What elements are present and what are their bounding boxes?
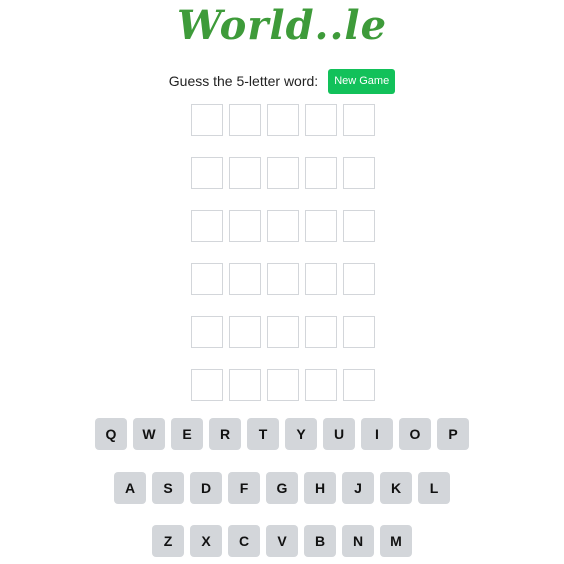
key-n[interactable]: N [342, 525, 374, 557]
letter-tile [191, 369, 223, 401]
board-row [191, 316, 375, 348]
letter-tile [305, 104, 337, 136]
key-d[interactable]: D [190, 472, 222, 504]
letter-tile [229, 263, 261, 295]
letter-tile [191, 210, 223, 242]
letter-tile [305, 263, 337, 295]
key-s[interactable]: S [152, 472, 184, 504]
key-a[interactable]: A [114, 472, 146, 504]
board-row [191, 104, 375, 136]
letter-tile [305, 210, 337, 242]
letter-tile [343, 369, 375, 401]
key-l[interactable]: L [418, 472, 450, 504]
board-row [191, 263, 375, 295]
letter-tile [267, 263, 299, 295]
key-u[interactable]: U [323, 418, 355, 450]
letter-tile [305, 157, 337, 189]
board-row [191, 157, 375, 189]
key-h[interactable]: H [304, 472, 336, 504]
key-k[interactable]: K [380, 472, 412, 504]
letter-tile [343, 316, 375, 348]
key-v[interactable]: V [266, 525, 298, 557]
letter-tile [267, 104, 299, 136]
key-m[interactable]: M [380, 525, 412, 557]
key-q[interactable]: Q [95, 418, 127, 450]
key-f[interactable]: F [228, 472, 260, 504]
key-i[interactable]: I [361, 418, 393, 450]
prompt-text: Guess the 5-letter word: [168, 73, 319, 89]
key-y[interactable]: Y [285, 418, 317, 450]
key-x[interactable]: X [190, 525, 222, 557]
key-t[interactable]: T [247, 418, 279, 450]
letter-tile [267, 316, 299, 348]
letter-tile [229, 210, 261, 242]
key-w[interactable]: W [133, 418, 165, 450]
letter-tile [191, 316, 223, 348]
letter-tile [305, 369, 337, 401]
letter-tile [191, 104, 223, 136]
letter-tile [305, 316, 337, 348]
letter-tile [229, 316, 261, 348]
new-game-button[interactable]: New Game [328, 68, 396, 94]
letter-tile [343, 104, 375, 136]
key-b[interactable]: B [304, 525, 336, 557]
letter-tile [229, 104, 261, 136]
letter-tile [343, 263, 375, 295]
board-row [191, 210, 375, 242]
keyboard-row-3: ZXCVBNM [0, 525, 564, 557]
letter-tile [343, 157, 375, 189]
letter-tile [229, 157, 261, 189]
keyboard-row-1: QWERTYUIOP [0, 418, 564, 450]
key-z[interactable]: Z [152, 525, 184, 557]
prompt-row: Guess the 5-letter word: New Game [0, 68, 564, 94]
key-r[interactable]: R [209, 418, 241, 450]
letter-tile [229, 369, 261, 401]
letter-tile [343, 210, 375, 242]
key-o[interactable]: O [399, 418, 431, 450]
letter-tile [267, 369, 299, 401]
letter-tile [267, 210, 299, 242]
letter-tile [267, 157, 299, 189]
key-j[interactable]: J [342, 472, 374, 504]
key-g[interactable]: G [266, 472, 298, 504]
board-row [191, 369, 375, 401]
key-e[interactable]: E [171, 418, 203, 450]
keyboard-row-2: ASDFGHJKL [0, 472, 564, 504]
wordle-app: World..le Guess the 5-letter word: New G… [0, 0, 564, 564]
app-logo: World..le [176, 2, 388, 49]
letter-tile [191, 157, 223, 189]
key-p[interactable]: P [437, 418, 469, 450]
guess-board [191, 104, 375, 422]
key-c[interactable]: C [228, 525, 260, 557]
letter-tile [191, 263, 223, 295]
